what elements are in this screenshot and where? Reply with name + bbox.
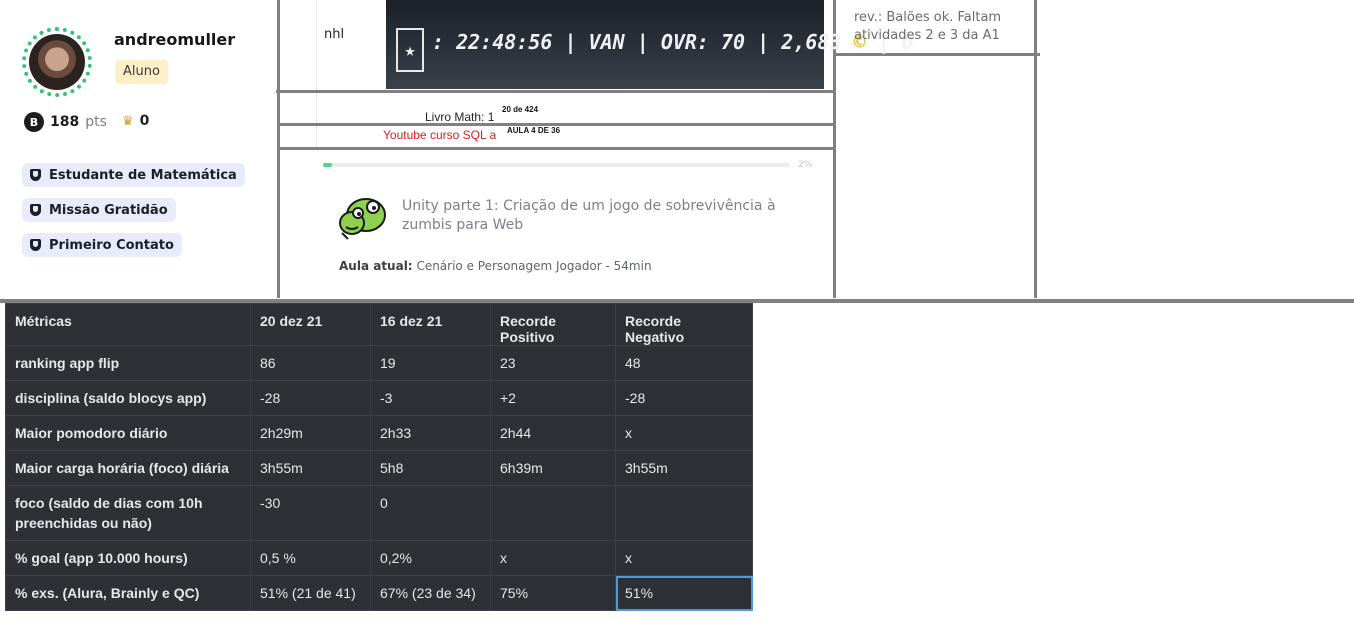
- table-cell[interactable]: 3h55m: [250, 450, 371, 486]
- revision-note: rev.: Balões ok. Faltam atividades 2 e 3…: [854, 10, 1002, 43]
- table-cell[interactable]: 5h8: [370, 450, 491, 486]
- course-progress-bar: [323, 163, 789, 167]
- column-header[interactable]: 20 dez 21: [250, 303, 371, 346]
- table-cell-selected[interactable]: 51%: [615, 575, 753, 611]
- book-progress-text: Livro Math: 1: [425, 110, 495, 124]
- zombie-course-icon[interactable]: [338, 193, 390, 241]
- table-cell[interactable]: 75%: [490, 575, 616, 611]
- badge-label: Missão Gratidão: [49, 202, 168, 218]
- avatar[interactable]: [29, 34, 85, 90]
- table-cell[interactable]: +2: [490, 380, 616, 416]
- points-value: 188: [50, 114, 80, 130]
- table-cell[interactable]: 2h29m: [250, 415, 371, 451]
- course-progress-fill: [323, 163, 333, 167]
- divider-horizontal: [276, 90, 836, 93]
- hud-team: | VAN |: [564, 30, 649, 54]
- book-progress-count: 20 de 424: [502, 105, 539, 114]
- table-cell[interactable]: -28: [250, 380, 371, 416]
- column-header[interactable]: Recorde Negativo: [615, 303, 753, 346]
- table-cell[interactable]: 2h33: [370, 415, 491, 451]
- username[interactable]: andreomuller: [114, 30, 235, 49]
- table-cell[interactable]: 0,2%: [370, 540, 491, 576]
- game-hud-screenshot: ★ : 22:48:56 | VAN | OVR: 70 | 2,683 © |…: [386, 0, 914, 89]
- table-cell[interactable]: 19: [370, 345, 491, 381]
- column-header[interactable]: 16 dez 21: [370, 303, 491, 346]
- table-header-row: Métricas 20 dez 21 16 dez 21 Recorde Pos…: [5, 303, 753, 346]
- table-cell[interactable]: 51% (21 de 41): [250, 575, 371, 611]
- table-cell[interactable]: ranking app flip: [5, 345, 251, 381]
- table-row: disciplina (saldo blocys app) -28 -3 +2 …: [5, 380, 753, 416]
- badge-label: Primeiro Contato: [49, 237, 174, 253]
- badge-missao-gratidao[interactable]: Missão Gratidão: [22, 198, 176, 222]
- course-title[interactable]: Unity parte 1: Criação de um jogo de sob…: [402, 197, 782, 235]
- current-lesson-value: Cenário e Personagem Jogador - 54min: [416, 259, 652, 273]
- table-row: % exs. (Alura, Brainly e QC) 51% (21 de …: [5, 575, 753, 611]
- table-cell[interactable]: foco (saldo de dias com 10h preenchidas …: [5, 485, 251, 541]
- avatar-ring[interactable]: [22, 27, 92, 97]
- sql-course-text: Youtube curso SQL a: [383, 128, 497, 142]
- table-cell[interactable]: disciplina (saldo blocys app): [5, 380, 251, 416]
- table-cell[interactable]: [615, 485, 753, 541]
- table-cell[interactable]: 6h39m: [490, 450, 616, 486]
- shield-icon: [30, 239, 41, 251]
- divider-horizontal: [279, 147, 836, 150]
- table-cell[interactable]: -3: [370, 380, 491, 416]
- column-header[interactable]: Recorde Positivo: [490, 303, 616, 346]
- points-display: B 188 pts: [24, 112, 107, 132]
- table-row: Maior pomodoro diário 2h29m 2h33 2h44 x: [5, 415, 753, 451]
- table-cell[interactable]: 86: [250, 345, 371, 381]
- table-cell[interactable]: 2h44: [490, 415, 616, 451]
- table-cell[interactable]: Maior pomodoro diário: [5, 415, 251, 451]
- shield-icon: [30, 204, 41, 216]
- table-cell[interactable]: 0: [370, 485, 491, 541]
- shield-icon: [30, 169, 41, 181]
- hud-coins: | 2,683: [757, 30, 842, 54]
- table-row: ranking app flip 86 19 23 48: [5, 345, 753, 381]
- table-cell[interactable]: % exs. (Alura, Brainly e QC): [5, 575, 251, 611]
- course-progress-label: 2%: [798, 160, 813, 170]
- points-unit: pts: [85, 114, 107, 130]
- table-row: Maior carga horária (foco) diária 3h55m …: [5, 450, 753, 486]
- badge-estudante-matematica[interactable]: Estudante de Matemática: [22, 163, 245, 187]
- current-lesson[interactable]: Aula atual: Cenário e Personagem Jogador…: [339, 259, 652, 273]
- table-cell[interactable]: x: [615, 540, 753, 576]
- crown-icon: ♛: [122, 113, 134, 129]
- divider-vertical: [316, 0, 317, 90]
- table-cell[interactable]: -30: [250, 485, 371, 541]
- hud-text: : 22:48:56 | VAN | OVR: 70 | 2,683 © | 0: [432, 30, 914, 54]
- table-cell[interactable]: x: [490, 540, 616, 576]
- table-cell[interactable]: 48: [615, 345, 753, 381]
- table-cell[interactable]: x: [615, 415, 753, 451]
- sql-course-count: AULA 4 DE 36: [507, 126, 607, 135]
- table-cell[interactable]: Maior carga horária (foco) diária: [5, 450, 251, 486]
- badge-label: Estudante de Matemática: [49, 167, 237, 183]
- star-icon: ★: [396, 28, 424, 72]
- nhl-label: nhl: [324, 27, 345, 42]
- table-row: % goal (app 10.000 hours) 0,5 % 0,2% x x: [5, 540, 753, 576]
- table-cell[interactable]: 0,5 %: [250, 540, 371, 576]
- hud-ovr: OVR: 70: [660, 30, 746, 54]
- divider-vertical: [1034, 0, 1037, 298]
- table-cell[interactable]: % goal (app 10.000 hours): [5, 540, 251, 576]
- table-cell[interactable]: 3h55m: [615, 450, 753, 486]
- table-cell[interactable]: -28: [615, 380, 753, 416]
- current-lesson-label: Aula atual:: [339, 259, 413, 273]
- table-row: foco (saldo de dias com 10h preenchidas …: [5, 485, 753, 541]
- hud-time: : 22:48:56: [432, 30, 553, 54]
- table-cell[interactable]: 23: [490, 345, 616, 381]
- points-icon: B: [24, 112, 44, 132]
- crown-count: 0: [139, 113, 150, 129]
- column-header[interactable]: Métricas: [5, 303, 251, 346]
- crown-display: ♛ 0: [122, 113, 149, 129]
- divider-vertical: [316, 93, 317, 148]
- badge-primeiro-contato[interactable]: Primeiro Contato: [22, 233, 182, 257]
- role-badge: Aluno: [115, 60, 168, 84]
- table-cell[interactable]: 67% (23 de 34): [370, 575, 491, 611]
- metrics-table: Métricas 20 dez 21 16 dez 21 Recorde Pos…: [5, 303, 753, 611]
- table-cell[interactable]: [490, 485, 616, 541]
